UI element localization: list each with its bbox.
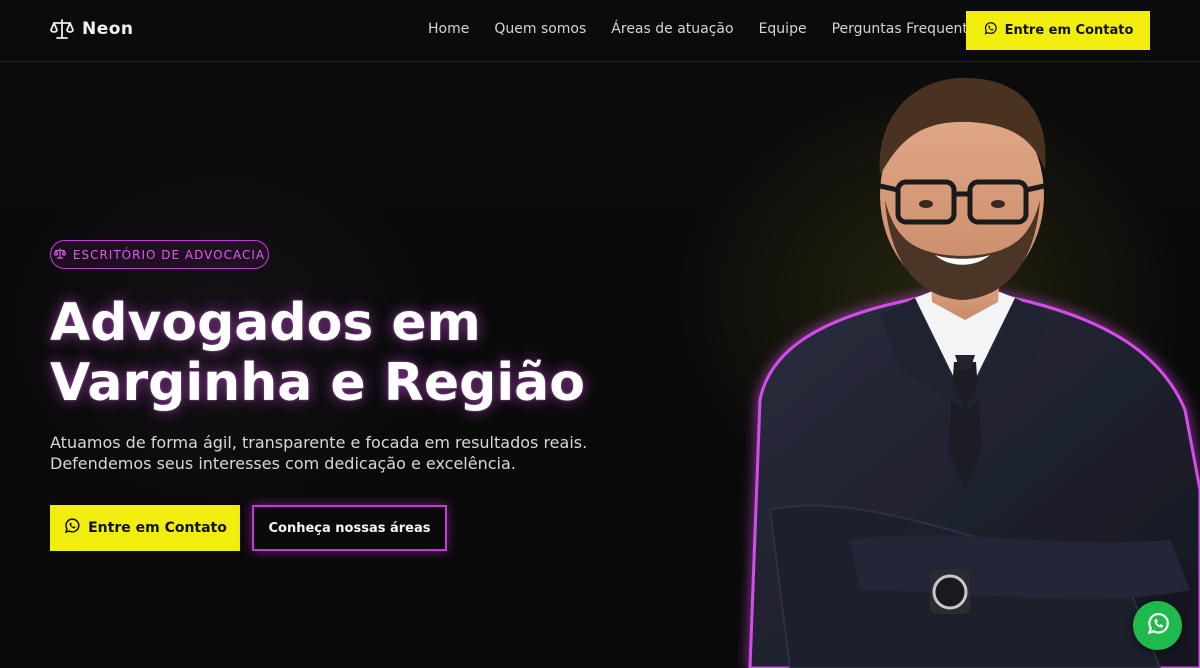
hero-subtitle-line-2: Defendemos seus interesses com dedicação… — [50, 454, 516, 473]
office-badge: ESCRITÓRIO DE ADVOCACIA — [50, 240, 269, 269]
header-contact-label: Entre em Contato — [1004, 23, 1134, 38]
hero-subtitle-line-1: Atuamos de forma ágil, transparente e fo… — [50, 433, 588, 452]
lawyer-portrait-image — [748, 77, 1200, 668]
hero-contact-label: Entre em Contato — [88, 520, 227, 536]
nav-perguntas-frequentes[interactable]: Perguntas Frequentes — [832, 21, 984, 37]
whatsapp-icon — [63, 517, 81, 539]
scales-icon — [53, 247, 66, 262]
scales-of-justice-icon — [50, 18, 74, 40]
hero-contact-button[interactable]: Entre em Contato — [50, 505, 240, 551]
nav-equipe[interactable]: Equipe — [759, 21, 807, 37]
areas-button[interactable]: Conheça nossas áreas — [252, 505, 447, 551]
brand-name: Neon — [82, 19, 134, 39]
hero-subtitle: Atuamos de forma ágil, transparente e fo… — [50, 432, 610, 474]
whatsapp-icon — [1145, 611, 1171, 641]
nav-home[interactable]: Home — [428, 21, 469, 37]
nav-areas-de-atuacao[interactable]: Áreas de atuação — [611, 21, 733, 37]
site-header: Neon Home Quem somos Áreas de atuação Eq… — [0, 0, 1200, 62]
brand-logo[interactable]: Neon — [50, 18, 134, 40]
hero-title: Advogados em Varginha e Região — [50, 293, 670, 413]
floating-whatsapp-button[interactable] — [1133, 601, 1182, 650]
hero-title-line-1: Advogados em — [50, 293, 481, 353]
header-contact-button[interactable]: Entre em Contato — [966, 11, 1150, 50]
main-nav: Home Quem somos Áreas de atuação Equipe … — [428, 21, 984, 37]
hero-title-line-2: Varginha e Região — [50, 353, 585, 413]
whatsapp-icon — [983, 21, 998, 40]
badge-label: ESCRITÓRIO DE ADVOCACIA — [72, 247, 266, 262]
nav-quem-somos[interactable]: Quem somos — [494, 21, 586, 37]
